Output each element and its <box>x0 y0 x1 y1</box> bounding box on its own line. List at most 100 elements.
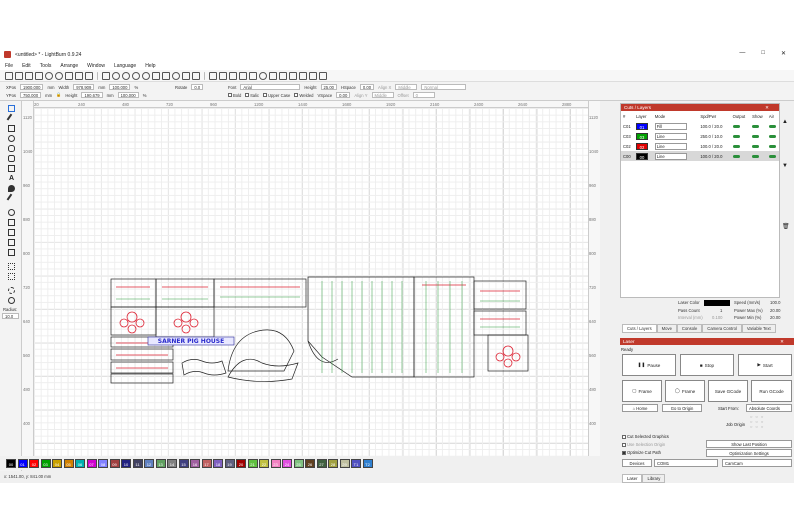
palette-swatch[interactable]: 18 <box>213 458 223 468</box>
zoom-selection-icon[interactable] <box>142 71 150 80</box>
panel-piece[interactable] <box>413 276 475 378</box>
palette-swatch[interactable]: 17 <box>201 458 212 468</box>
panel-piece[interactable] <box>213 278 307 308</box>
alignx-select[interactable]: Middle <box>395 84 418 90</box>
save-gcode-button[interactable]: Save GCode <box>708 380 748 402</box>
tab-laser[interactable]: Laser <box>622 474 643 483</box>
welded-option[interactable]: Welded <box>294 93 314 98</box>
ellipse-tool-icon[interactable] <box>8 135 15 142</box>
group-icon[interactable] <box>209 71 217 80</box>
palette-swatch[interactable]: 04 <box>52 458 62 468</box>
optimize-cut-path-option[interactable]: Optimize Cut Path <box>622 450 661 455</box>
panel-piece[interactable] <box>110 278 157 308</box>
show-toggle[interactable] <box>752 144 760 149</box>
palette-swatch[interactable]: 20 <box>236 458 246 468</box>
palette-swatch[interactable]: 21 <box>247 458 258 468</box>
zoom-in-icon[interactable] <box>112 71 120 80</box>
save-icon[interactable] <box>25 71 33 80</box>
laser-color-swatch[interactable] <box>704 300 730 306</box>
go-to-origin-button[interactable]: Go to Origin <box>662 404 702 412</box>
new-file-icon[interactable] <box>5 71 13 80</box>
menu-language[interactable]: Language <box>114 63 136 69</box>
palette-swatch[interactable]: 06 <box>75 458 85 468</box>
laser-settings-icon[interactable] <box>192 71 200 80</box>
frame-selection-icon[interactable] <box>152 71 160 80</box>
output-toggle[interactable] <box>732 154 740 159</box>
tab-camera-control[interactable]: Camera Control <box>702 324 742 333</box>
panel-piece[interactable] <box>227 329 295 372</box>
layer-mode-select[interactable]: Line <box>654 152 687 160</box>
align-left-icon[interactable] <box>269 71 277 80</box>
palette-swatch[interactable]: T2 <box>362 458 373 468</box>
scale-height-field[interactable]: 100.000 <box>117 92 139 98</box>
devices-button[interactable]: Devices <box>622 459 652 467</box>
tab-variable-text[interactable]: Variable Text <box>741 324 776 333</box>
minimize-button[interactable]: — <box>739 50 745 57</box>
star-tool-icon[interactable] <box>8 155 15 162</box>
air-toggle[interactable] <box>768 144 776 149</box>
palette-swatch[interactable]: 29 <box>339 458 350 468</box>
text-mode-select[interactable]: Normal <box>421 84 467 90</box>
rectangle-tool-icon[interactable] <box>8 125 15 132</box>
device-select[interactable]: CamCam <box>722 459 792 467</box>
maximize-button[interactable]: □ <box>761 50 765 57</box>
home-button[interactable]: ⌂ Home <box>622 404 658 412</box>
move-together-icon[interactable] <box>319 71 327 80</box>
air-toggle[interactable] <box>768 154 776 159</box>
palette-swatch[interactable]: 05 <box>63 458 74 468</box>
offset-tool-icon[interactable] <box>8 209 15 216</box>
optimization-settings-button[interactable]: Optimization Settings <box>706 449 792 457</box>
layer-row[interactable]: C00 00 Line 100.0 / 20.0 <box>621 151 779 161</box>
palette-swatch[interactable]: 25 <box>293 458 304 468</box>
camera-icon[interactable] <box>162 71 170 80</box>
panel-piece[interactable] <box>473 280 527 310</box>
flip-vertical-icon[interactable] <box>239 71 247 80</box>
delete-icon[interactable] <box>85 71 93 80</box>
panel-piece[interactable] <box>110 361 174 374</box>
panel-piece[interactable] <box>155 278 215 308</box>
tools-icon[interactable] <box>182 71 190 80</box>
panel-piece[interactable] <box>487 334 529 372</box>
run-gcode-button[interactable]: Run GCode <box>751 380 792 402</box>
grid-array-icon[interactable] <box>8 263 15 270</box>
edit-nodes-icon[interactable] <box>6 113 17 124</box>
panel-piece[interactable] <box>227 358 299 382</box>
palette-swatch[interactable]: 11 <box>132 458 143 468</box>
align-right-icon[interactable] <box>279 71 287 80</box>
palette-swatch[interactable]: 28 <box>328 458 338 468</box>
job-origin-selector[interactable]: ○○○ ○○○ ○○○ <box>750 414 784 434</box>
font-select[interactable]: Arial <box>240 84 301 90</box>
layer-mode-select[interactable]: Line <box>654 132 687 140</box>
panel-piece[interactable] <box>307 340 339 363</box>
export-icon[interactable] <box>65 71 73 80</box>
offset-field[interactable]: 0 <box>412 92 435 98</box>
rotate-field[interactable]: 0.0 <box>191 84 204 90</box>
palette-swatch[interactable]: 24 <box>282 458 292 468</box>
palette-swatch[interactable]: 14 <box>167 458 177 468</box>
port-select[interactable]: COM1 <box>654 459 718 467</box>
flip-horizontal-icon[interactable] <box>229 71 237 80</box>
palette-swatch[interactable]: 00 <box>6 458 16 468</box>
layer-row[interactable]: C03 03 Line 250.0 / 10.0 <box>621 131 779 141</box>
hspace-field[interactable]: 0.00 <box>359 84 375 90</box>
upper-case-option[interactable]: Upper Case <box>263 93 290 98</box>
start-button[interactable]: ▶ Start <box>738 354 792 376</box>
output-toggle[interactable] <box>732 134 740 139</box>
vspace-field[interactable]: 0.00 <box>336 92 351 98</box>
align-top-icon[interactable] <box>289 71 297 80</box>
palette-swatch[interactable]: 09 <box>109 458 120 468</box>
show-toggle[interactable] <box>752 154 760 159</box>
radius-field[interactable]: 10.0 <box>2 313 19 319</box>
pan-icon[interactable] <box>102 71 110 80</box>
polygon-tool-icon[interactable] <box>8 145 15 152</box>
palette-swatch[interactable]: 03 <box>40 458 51 468</box>
palette-swatch[interactable]: 23 <box>270 458 281 468</box>
menu-tools[interactable]: Tools <box>40 63 52 69</box>
italic-option[interactable]: Italic <box>245 93 259 98</box>
start-from-select[interactable]: Absolute Coords <box>746 404 792 412</box>
aligny-select[interactable]: Middle <box>371 92 394 98</box>
round-corners-icon[interactable] <box>8 297 15 304</box>
menu-edit[interactable]: Edit <box>22 63 31 69</box>
layer-mode-select[interactable]: Fill <box>654 122 687 130</box>
move-layer-down-icon[interactable]: ▼ <box>782 163 788 169</box>
